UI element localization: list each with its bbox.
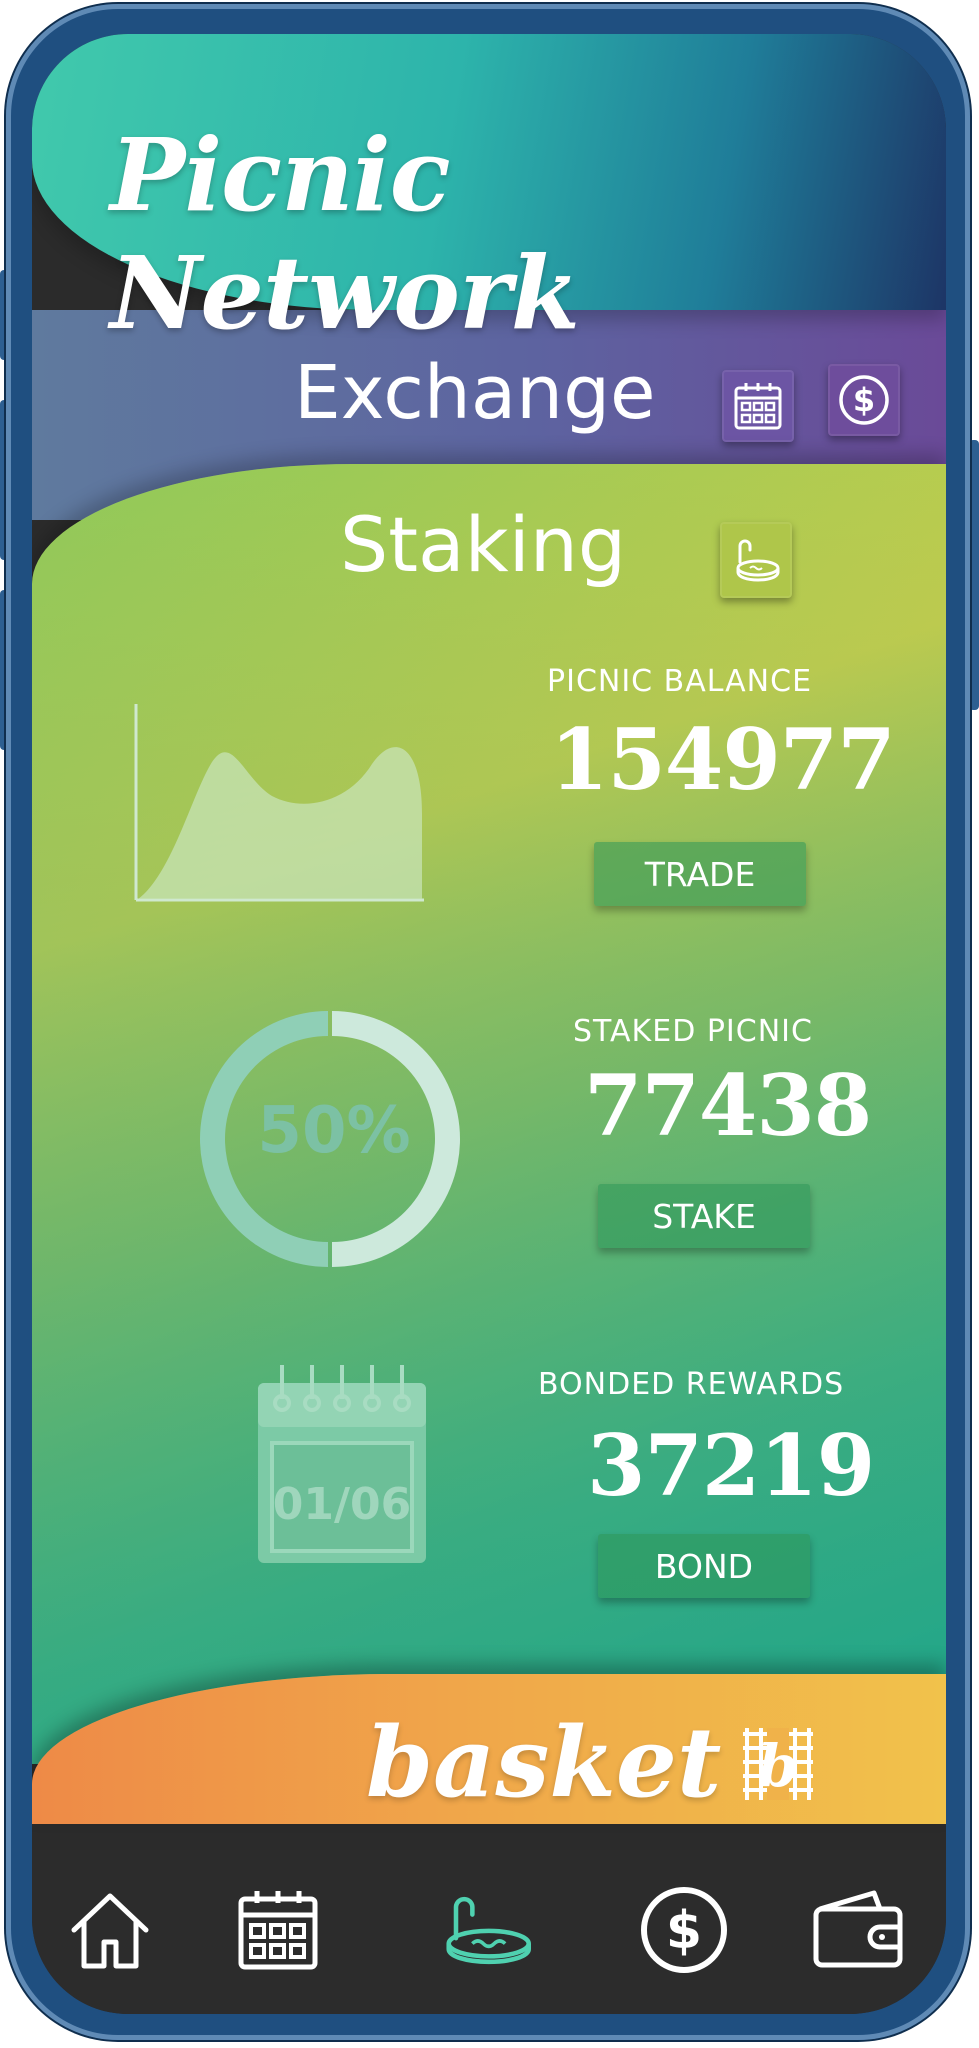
staked-picnic-value: 77438 <box>584 1056 872 1155</box>
nav-calendar[interactable] <box>228 1880 328 1980</box>
picnic-balance-label: PICNIC BALANCE <box>547 664 813 699</box>
nav-home[interactable] <box>60 1880 160 1980</box>
svg-text:$: $ <box>853 381 875 419</box>
app-screen: Picnic Network Exchange $ Staking 50% 01… <box>32 34 946 2014</box>
bottom-nav-bar: $ <box>32 1850 946 2014</box>
wallet-icon <box>813 1890 903 1968</box>
donut-percent-label: 50% <box>257 1094 411 1168</box>
dollar-icon: $ <box>641 1887 727 1973</box>
calendar-icon <box>238 1891 318 1970</box>
bond-button[interactable]: BOND <box>598 1534 810 1598</box>
svg-text:$: $ <box>666 1901 702 1961</box>
bond-calendar-graphic <box>258 1365 426 1563</box>
hot-tub-icon <box>736 539 780 582</box>
staked-picnic-label: STAKED PICNIC <box>573 1014 813 1049</box>
power-button <box>969 440 979 710</box>
exchange-dollar-button[interactable]: $ <box>828 364 900 436</box>
bonded-rewards-value: 37219 <box>587 1416 875 1515</box>
calendar-date-label: 01/06 <box>272 1479 412 1530</box>
home-icon <box>71 1893 149 1969</box>
balance-area-graph <box>134 704 424 902</box>
exchange-title[interactable]: Exchange <box>294 350 656 436</box>
trade-button[interactable]: TRADE <box>594 842 806 906</box>
basket-title[interactable]: basket <box>366 1706 721 1819</box>
hot-tub-icon <box>446 1896 531 1965</box>
basket-b-icon[interactable]: b <box>737 1724 819 1806</box>
svg-text:b: b <box>758 1732 799 1800</box>
nav-dollar[interactable]: $ <box>634 1880 734 1980</box>
stake-button[interactable]: STAKE <box>598 1184 810 1248</box>
picnic-balance-value: 154977 <box>550 710 896 809</box>
nav-wallet[interactable] <box>808 1880 908 1980</box>
staking-tub-button[interactable] <box>720 522 792 598</box>
app-title: Picnic Network <box>110 116 580 352</box>
calendar-icon <box>734 383 782 430</box>
exchange-calendar-button[interactable] <box>722 370 794 442</box>
bonded-rewards-label: BONDED REWARDS <box>538 1367 845 1402</box>
staking-title[interactable]: Staking <box>340 500 626 589</box>
dollar-icon: $ <box>839 375 889 425</box>
nav-hot-tub[interactable] <box>436 1880 536 1980</box>
